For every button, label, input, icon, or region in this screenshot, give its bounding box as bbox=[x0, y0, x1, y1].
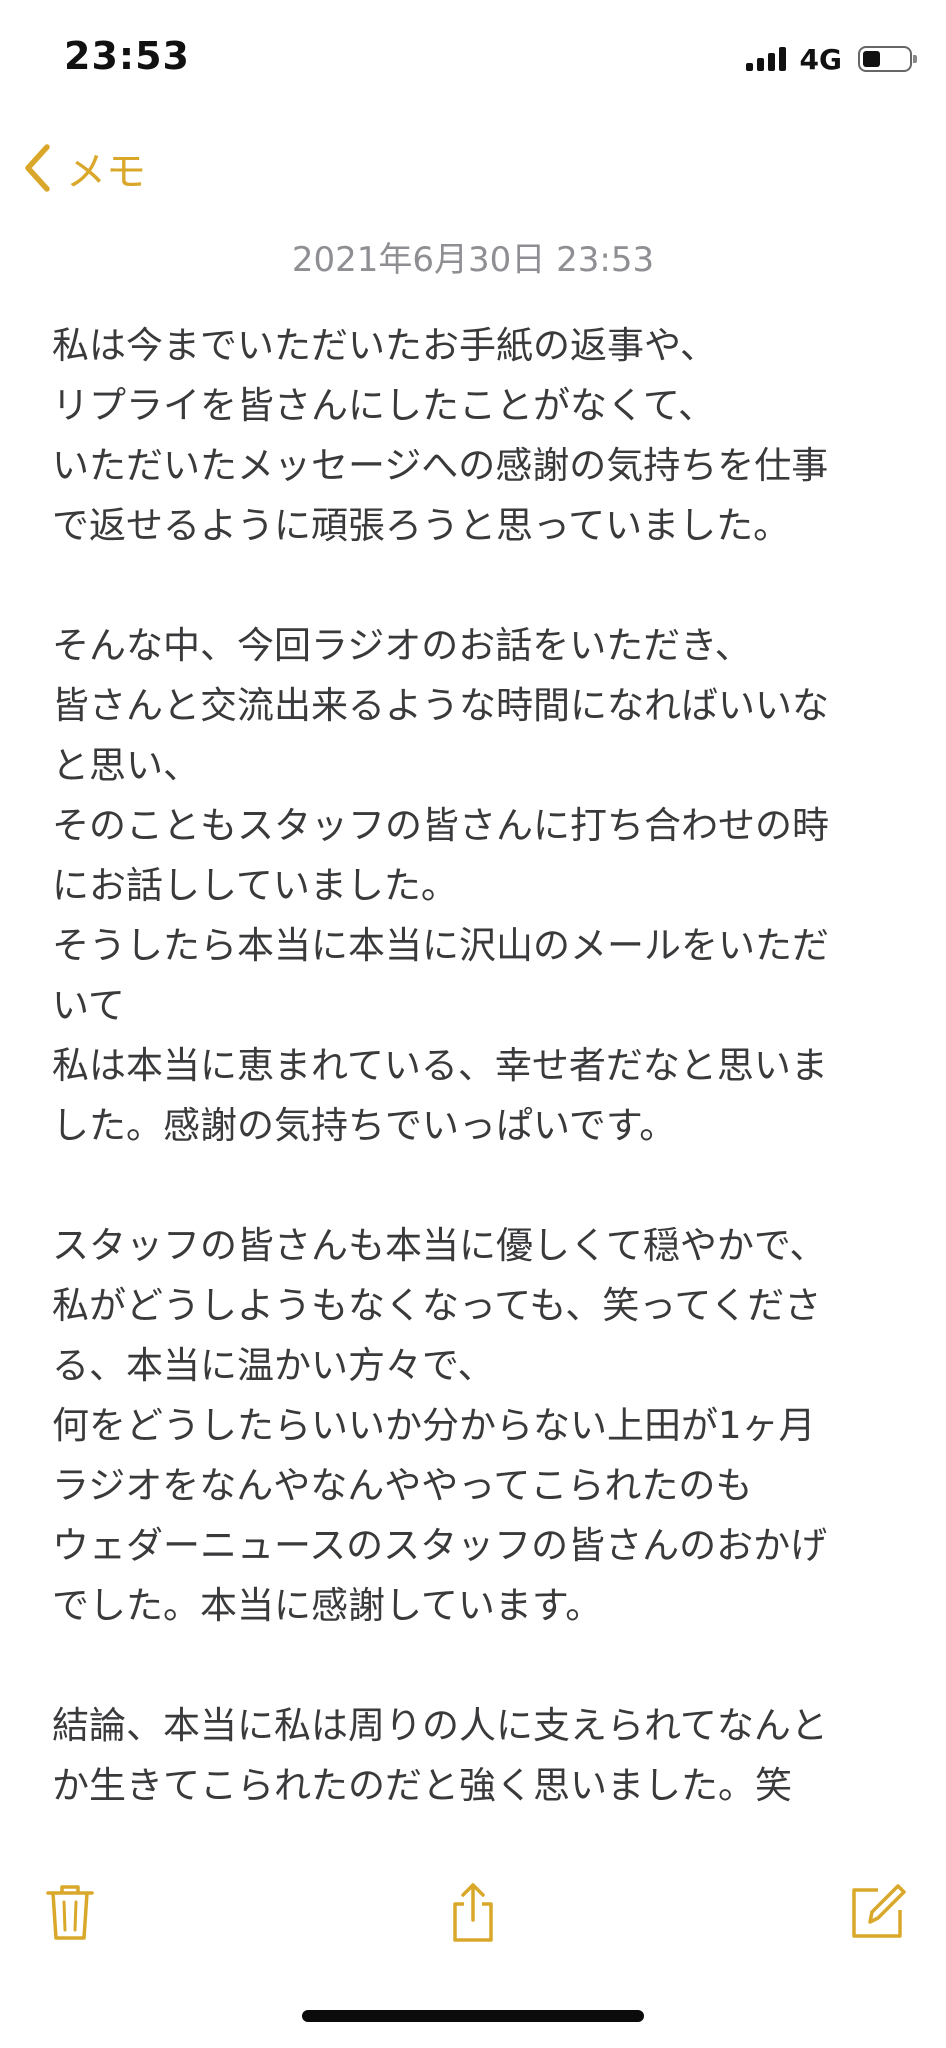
note-line: リプライを皆さんにしたことがなくて、 bbox=[52, 384, 716, 427]
note-line: か生きてこられたのだと強く思いました。笑 bbox=[52, 1764, 792, 1807]
delete-button[interactable] bbox=[38, 1880, 102, 1944]
battery-fill bbox=[863, 51, 880, 67]
bottom-toolbar bbox=[0, 1860, 946, 1970]
chevron-left-icon bbox=[25, 144, 50, 192]
back-button[interactable]: メモ bbox=[22, 138, 146, 198]
note-line: した。感謝の気持ちでいっぱいです。 bbox=[52, 1104, 677, 1147]
share-icon bbox=[453, 1883, 493, 1942]
note-line: いただいたメッセージへの感謝の気持ちを仕事 bbox=[52, 444, 829, 487]
status-time: 23:53 bbox=[64, 34, 190, 78]
note-line: で返せるように頑張ろうと思っていました。 bbox=[52, 504, 791, 547]
note-line: いて bbox=[52, 984, 125, 1027]
note-line: と思い、 bbox=[52, 744, 200, 787]
note-line: そのこともスタッフの皆さんに打ち合わせの時 bbox=[52, 804, 829, 847]
note-body[interactable]: 私は今までいただいたお手紙の返事や、 リプライを皆さんにしたことがなくて、いただい… bbox=[52, 316, 912, 1836]
note-date: 2021年6月30日 23:53 bbox=[291, 240, 655, 280]
share-button[interactable] bbox=[441, 1880, 505, 1944]
note-line: 皆さんと交流出来るような時間になればいいな bbox=[52, 684, 829, 727]
compose-button[interactable] bbox=[844, 1880, 908, 1944]
note-line: でした。本当に感謝しています。 bbox=[52, 1584, 603, 1627]
note-line: スタッフの皆さんも本当に優しくて穏やかで、 bbox=[52, 1224, 827, 1267]
battery-nub bbox=[913, 55, 917, 63]
note-line: ウェダーニュースのスタッフの皆さんのおかげ bbox=[52, 1524, 828, 1567]
note-line: 私がどうしようもなくなっても、笑ってくださ bbox=[52, 1284, 822, 1327]
note-line: そうしたら本当に本当に沢山のメールをいただ bbox=[52, 924, 829, 967]
trash-icon bbox=[46, 1885, 94, 1940]
note-line: 私は今までいただいたお手紙の返事や、 bbox=[52, 324, 717, 367]
note-line: にお話ししていました。 bbox=[52, 864, 458, 907]
note-line: る、本当に温かい方々で、 bbox=[52, 1344, 495, 1387]
note-line: ラジオをなんやなんややってこられたのも bbox=[52, 1464, 753, 1507]
back-label: メモ bbox=[66, 149, 146, 195]
network-type: 4G bbox=[799, 42, 842, 76]
compose-icon bbox=[852, 1884, 906, 1938]
note-line: 結論、本当に私は周りの人に支えられてなんと bbox=[52, 1704, 828, 1747]
home-indicator[interactable] bbox=[302, 2010, 644, 2022]
cellular-signal-icon bbox=[745, 47, 786, 71]
note-line: 何をどうしたらいいか分からない上田が1ヶ月 bbox=[52, 1404, 816, 1447]
note-line: そんな中、今回ラジオのお話をいただき、 bbox=[52, 624, 752, 667]
battery-icon bbox=[858, 46, 917, 72]
status-bar: 23:53 4G bbox=[0, 0, 946, 110]
note-line: 私は本当に恵まれている、幸せ者だなと思いま bbox=[52, 1044, 828, 1087]
status-indicators: 4G bbox=[745, 42, 917, 76]
